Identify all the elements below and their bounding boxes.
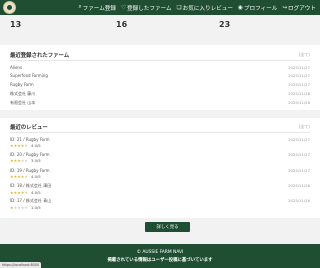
farm-row[interactable]: 株式会社 藤川 2025/11/26: [10, 91, 310, 97]
nav-favorite-reviews[interactable]: ❏ お気に入りレビュー: [177, 4, 233, 12]
nav-farm-register-label: ファーム登録: [82, 5, 116, 12]
user-icon: ◉: [237, 4, 243, 11]
farm-row[interactable]: Superfood Farming 2025/11/27: [10, 73, 310, 78]
review-title: ID: 21 / Rugby Farm: [10, 137, 50, 142]
review-date: 2025/11/27: [288, 152, 310, 157]
nav-logout[interactable]: ↪ ログアウト: [282, 4, 316, 12]
review-item[interactable]: ID: 17 / 株式会社 青山 ★★★★★ 1.0/5 2025/11/26: [10, 198, 310, 210]
heart-icon: ♡: [121, 4, 127, 11]
farm-name: Rugby Farm: [10, 82, 34, 87]
farm-date: 2025/11/27: [288, 82, 310, 87]
recent-reviews-title: 最近のレビュー: [10, 125, 48, 131]
farm-date: 2025/11/27: [288, 65, 310, 70]
star-empty-icon: ★: [24, 190, 28, 195]
recent-farms-header: 最近登録されたファーム (全て): [10, 51, 310, 59]
farm-date: 2025/11/26: [288, 91, 310, 96]
search-icon: ⌕: [78, 4, 82, 10]
star-empty-icon: ★: [24, 174, 28, 179]
star-empty-icon: ★: [24, 158, 28, 163]
review-date: 2025/11/26: [288, 183, 310, 188]
farm-name: 株式会社 藤川: [10, 91, 36, 96]
divider: [10, 60, 310, 61]
rating-value: 4.0/5: [30, 143, 41, 148]
star-rating: ★★★★★: [10, 190, 28, 195]
status-bar-url: https://localhost:8000: [0, 262, 42, 268]
logout-icon: ↪: [282, 4, 288, 11]
stats-row: 13 16 23: [0, 18, 320, 32]
nav-profile-label: プロフィール: [243, 5, 278, 12]
recent-farms-card: 最近登録されたファーム (全て) Aliens 2025/11/27 Super…: [0, 45, 320, 110]
review-item[interactable]: ID: 19 / Rugby Farm ★★★★★ 4.0/5 2025/11/…: [10, 168, 310, 179]
aussie-farm-navi-logo[interactable]: [3, 1, 16, 14]
review-item[interactable]: ID: 20 / Rugby Farm ★★★★★ 3.0/5 2025/11/…: [10, 152, 310, 163]
recent-reviews-card: 最近のレビュー (全て) ID: 21 / Rugby Farm ★★★★★ 4…: [0, 118, 320, 218]
nav-links: ⌕ ファーム登録 ♡ 登録したファーム ❏ お気に入りレビュー ◉ プロフィール…: [78, 4, 316, 12]
farm-name: Superfood Farming: [10, 73, 48, 78]
nav-farm-register[interactable]: ⌕ ファーム登録: [78, 4, 116, 12]
review-date: 2025/11/27: [288, 137, 310, 142]
star-rating: ★★★★★: [10, 174, 28, 179]
rating-value: 1.0/5: [30, 205, 41, 210]
recent-farms-all-link[interactable]: (全て): [299, 52, 310, 58]
star-empty-icon: ★: [24, 205, 28, 210]
footer-copyright: © AUSSIE FARM NAVI: [136, 250, 184, 255]
footer-disclaimer: 掲載されている情報はユーザー投稿に基づいています: [107, 258, 213, 263]
stat-value: 23: [219, 20, 231, 29]
farm-date: 2025/11/27: [288, 73, 310, 78]
review-title: ID: 20 / Rugby Farm: [10, 152, 50, 157]
top-navbar: ⌕ ファーム登録 ♡ 登録したファーム ❏ お気に入りレビュー ◉ プロフィール…: [0, 0, 320, 15]
nav-logout-label: ログアウト: [288, 5, 316, 12]
review-rating-row: ★★★★★ 4.0/5: [10, 174, 310, 179]
review-rating-row: ★★★★★ 4.0/5: [10, 143, 310, 148]
farm-name: 有限会社 山本: [10, 100, 36, 105]
review-date: 2025/11/27: [288, 168, 310, 173]
star-rating: ★★★★★: [10, 158, 28, 163]
bookmark-icon: ❏: [176, 4, 182, 11]
review-rating-row: ★★★★★ 1.0/5: [10, 205, 310, 210]
view-details-button[interactable]: 詳しく見る: [145, 222, 190, 232]
review-rating-row: ★★★★★ 4.0/5: [10, 190, 310, 195]
stat-value: 16: [116, 20, 128, 29]
nav-favorite-reviews-label: お気に入りレビュー: [182, 5, 233, 12]
footer: © AUSSIE FARM NAVI 掲載されている情報はユーザー投稿に基づいて…: [0, 244, 320, 268]
farm-row[interactable]: Rugby Farm 2025/11/27: [10, 82, 310, 87]
review-date: 2025/11/26: [288, 198, 310, 203]
farm-row[interactable]: 有限会社 山本 2025/11/26: [10, 100, 310, 106]
farm-date: 2025/11/26: [288, 100, 310, 105]
recent-reviews-all-link[interactable]: (全て): [299, 124, 310, 130]
recent-reviews-header: 最近のレビュー (全て): [10, 123, 310, 131]
nav-profile[interactable]: ◉ プロフィール: [238, 4, 277, 12]
rating-value: 4.0/5: [30, 190, 41, 195]
recent-farms-title: 最近登録されたファーム: [10, 53, 70, 59]
review-title: ID: 18 / 株式会社 澤田: [10, 183, 52, 188]
review-title: ID: 19 / Rugby Farm: [10, 168, 50, 173]
review-item[interactable]: ID: 18 / 株式会社 澤田 ★★★★★ 4.0/5 2025/11/26: [10, 183, 310, 195]
star-rating: ★★★★★: [10, 205, 28, 210]
nav-registered-farms[interactable]: ♡ 登録したファーム: [121, 4, 172, 12]
star-rating: ★★★★★: [10, 143, 28, 148]
nav-registered-farms-label: 登録したファーム: [127, 5, 172, 12]
star-empty-icon: ★: [24, 143, 28, 148]
rating-value: 3.0/5: [30, 158, 41, 163]
divider: [10, 132, 310, 133]
review-title: ID: 17 / 株式会社 青山: [10, 198, 52, 203]
review-item[interactable]: ID: 21 / Rugby Farm ★★★★★ 4.0/5 2025/11/…: [10, 137, 310, 148]
farm-name: Aliens: [10, 65, 23, 70]
rating-value: 4.0/5: [30, 174, 41, 179]
stat-value: 13: [10, 20, 22, 29]
farm-row[interactable]: Aliens 2025/11/27: [10, 65, 310, 70]
review-rating-row: ★★★★★ 3.0/5: [10, 158, 310, 163]
